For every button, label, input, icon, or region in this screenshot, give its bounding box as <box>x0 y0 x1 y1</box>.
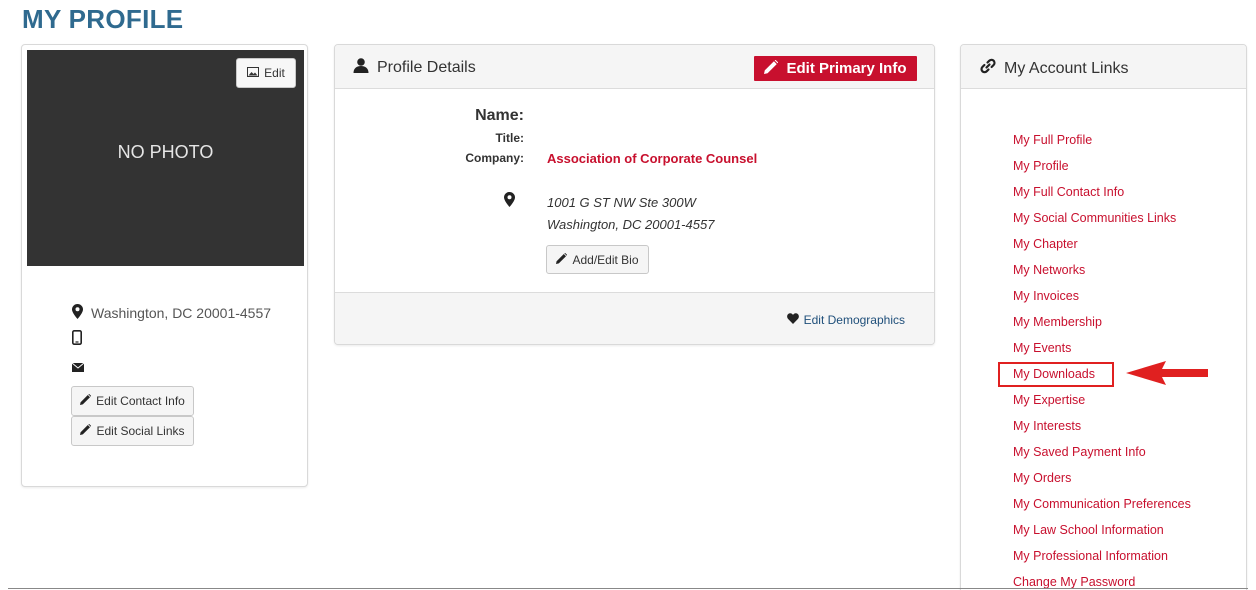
account-link-orders[interactable]: My Orders <box>1013 470 1191 496</box>
title-label: Title: <box>495 131 524 145</box>
downloads-highlight-box <box>998 362 1114 387</box>
account-link-law-school-information[interactable]: My Law School Information <box>1013 522 1191 548</box>
account-link-expertise[interactable]: My Expertise <box>1013 392 1191 418</box>
account-link-full-profile[interactable]: My Full Profile <box>1013 132 1191 158</box>
location-text: Washington, DC 20001-4557 <box>91 305 272 321</box>
account-link-interests[interactable]: My Interests <box>1013 418 1191 444</box>
name-label: Name: <box>475 107 524 124</box>
edit-demographics-link[interactable]: Edit Demographics <box>786 313 905 327</box>
profile-details-title: Profile Details <box>377 59 476 76</box>
red-arrow-annotation <box>1126 361 1208 390</box>
profile-details-footer: Edit Demographics <box>335 292 934 344</box>
heart-icon <box>786 313 799 327</box>
image-icon <box>247 66 260 80</box>
mobile-phone-icon <box>72 330 82 350</box>
pencil-icon <box>80 393 92 408</box>
account-link-professional-information[interactable]: My Professional Information <box>1013 548 1191 574</box>
edit-social-links-button[interactable]: Edit Social Links <box>71 416 194 446</box>
account-link-communication-preferences[interactable]: My Communication Preferences <box>1013 496 1191 522</box>
edit-social-links-label: Edit Social Links <box>96 424 185 438</box>
bottom-divider <box>8 588 1248 589</box>
edit-photo-label: Edit <box>264 66 285 80</box>
address-line-1: 1001 G ST NW Ste 300W <box>547 195 696 210</box>
email-row <box>71 359 85 377</box>
account-link-chapter[interactable]: My Chapter <box>1013 236 1191 262</box>
photo-panel: NO PHOTO Edit Washington, DC 20001-4557 … <box>21 44 308 487</box>
envelope-icon <box>71 359 85 377</box>
edit-primary-info-button[interactable]: Edit Primary Info <box>754 56 917 81</box>
account-link-membership[interactable]: My Membership <box>1013 314 1191 340</box>
account-links-header: My Account Links <box>961 45 1246 89</box>
account-link-invoices[interactable]: My Invoices <box>1013 288 1191 314</box>
edit-photo-button[interactable]: Edit <box>236 58 296 88</box>
edit-contact-info-button[interactable]: Edit Contact Info <box>71 386 194 416</box>
add-edit-bio-label: Add/Edit Bio <box>572 252 639 267</box>
account-link-social-communities[interactable]: My Social Communities Links <box>1013 210 1191 236</box>
profile-details-panel: Profile Details Edit Primary Info Name: … <box>334 44 935 345</box>
edit-contact-info-label: Edit Contact Info <box>96 394 185 408</box>
profile-details-header: Profile Details Edit Primary Info <box>335 45 934 89</box>
account-link-profile[interactable]: My Profile <box>1013 158 1191 184</box>
phone-row <box>72 330 82 350</box>
profile-photo-placeholder: NO PHOTO Edit <box>27 50 304 266</box>
edit-primary-info-label: Edit Primary Info <box>786 60 907 77</box>
no-photo-label: NO PHOTO <box>117 142 214 162</box>
pencil-icon <box>764 59 779 78</box>
map-marker-icon <box>72 304 83 322</box>
contact-location: Washington, DC 20001-4557 <box>72 304 271 322</box>
company-label: Company: <box>465 151 524 165</box>
user-icon <box>353 58 369 78</box>
account-link-full-contact-info[interactable]: My Full Contact Info <box>1013 184 1191 210</box>
company-value[interactable]: Association of Corporate Counsel <box>547 151 757 166</box>
pencil-icon <box>556 252 568 267</box>
account-link-saved-payment-info[interactable]: My Saved Payment Info <box>1013 444 1191 470</box>
address-line-2: Washington, DC 20001-4557 <box>547 217 715 232</box>
pencil-icon <box>80 423 92 438</box>
account-link-networks[interactable]: My Networks <box>1013 262 1191 288</box>
page-title: MY PROFILE <box>22 4 184 34</box>
account-links-panel: My Account Links My Full Profile My Prof… <box>960 44 1247 590</box>
account-links-title: My Account Links <box>1004 59 1129 77</box>
map-marker-icon <box>504 192 515 212</box>
add-edit-bio-button[interactable]: Add/Edit Bio <box>546 245 649 274</box>
link-icon <box>980 58 996 79</box>
edit-demographics-label: Edit Demographics <box>803 313 905 327</box>
